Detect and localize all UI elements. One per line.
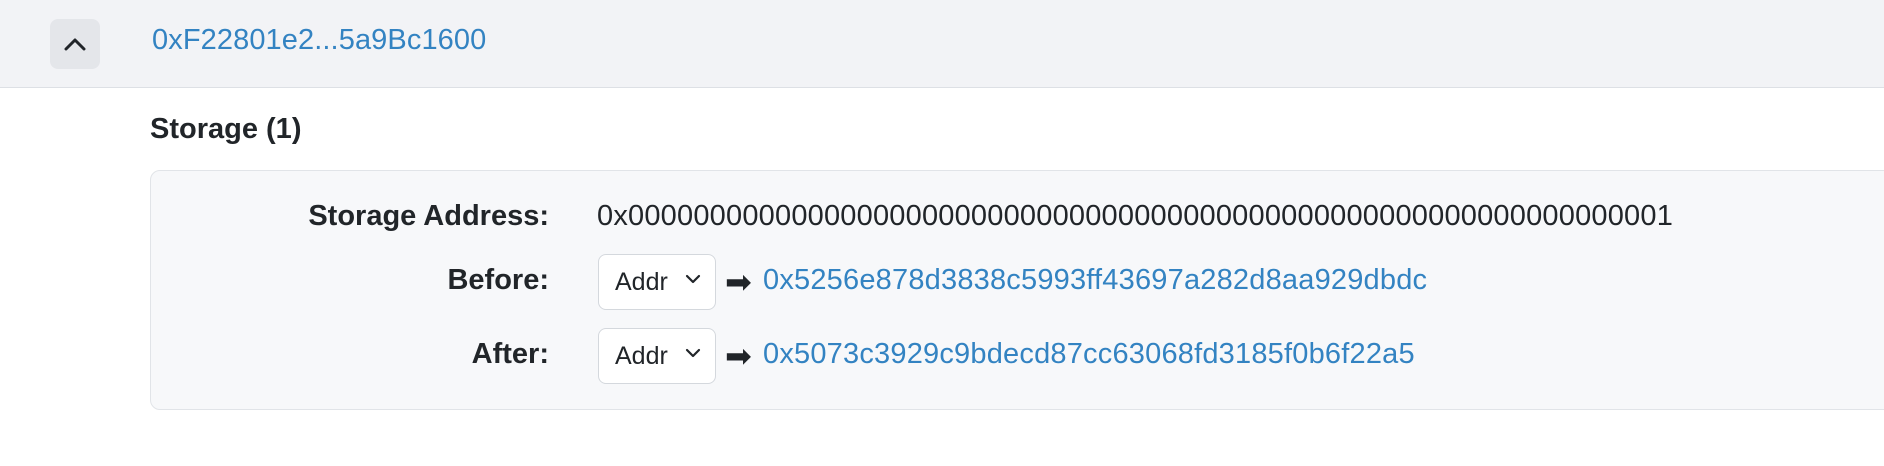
after-type-select[interactable]: Addr (598, 328, 716, 384)
storage-address-label: Storage Address: (308, 200, 549, 232)
before-label: Before: (447, 264, 549, 296)
arrow-right-icon: ➡ (725, 338, 752, 374)
account-header-row: 0xF22801e2...5a9Bc1600 (0, 0, 1884, 88)
storage-section-title: Storage (1) (150, 113, 302, 145)
before-type-value: Addr (615, 267, 668, 296)
arrow-right-icon: ➡ (725, 264, 752, 300)
before-type-select[interactable]: Addr (598, 254, 716, 310)
account-address-link[interactable]: 0xF22801e2...5a9Bc1600 (152, 24, 486, 57)
chevron-down-icon (685, 348, 701, 358)
collapse-button[interactable] (50, 19, 100, 69)
storage-address-value: 0x00000000000000000000000000000000000000… (597, 200, 1674, 232)
chevron-down-icon (685, 274, 701, 284)
after-label: After: (471, 338, 549, 370)
chevron-up-icon (64, 38, 86, 51)
after-type-value: Addr (615, 341, 668, 370)
after-value-link[interactable]: 0x5073c3929c9bdecd87cc63068fd3185f0b6f22… (763, 338, 1415, 371)
before-value-link[interactable]: 0x5256e878d3838c5993ff43697a282d8aa929db… (763, 264, 1427, 297)
